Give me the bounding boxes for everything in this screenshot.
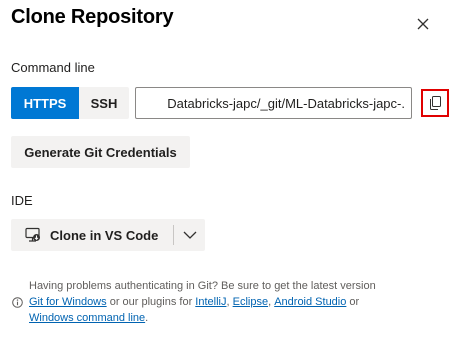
close-button[interactable] bbox=[410, 11, 436, 37]
close-icon bbox=[417, 18, 429, 30]
clone-options-dropdown[interactable] bbox=[174, 219, 205, 251]
clone-in-vs-code-split-button: Clone in VS Code bbox=[11, 219, 205, 251]
windows-command-line-link[interactable]: Windows command line bbox=[29, 312, 145, 324]
vs-code-icon bbox=[25, 227, 41, 243]
ssh-button[interactable]: SSH bbox=[79, 87, 129, 119]
command-line-label: Command line bbox=[11, 60, 95, 75]
https-button[interactable]: HTTPS bbox=[11, 87, 79, 119]
git-for-windows-link[interactable]: Git for Windows bbox=[29, 294, 107, 310]
chevron-down-icon bbox=[183, 231, 196, 239]
help-period: . bbox=[145, 312, 149, 324]
help-line-1: Having problems authenticating in Git? B… bbox=[29, 280, 376, 292]
copy-icon bbox=[430, 96, 441, 110]
help-or-plugins-text: or our plugins for bbox=[106, 296, 196, 308]
intellij-link[interactable]: IntelliJ bbox=[195, 294, 226, 310]
clone-url-field[interactable] bbox=[135, 87, 412, 119]
ide-label: IDE bbox=[11, 193, 33, 208]
auth-help-text: Having problems authenticating in Git? B… bbox=[11, 278, 376, 326]
android-studio-link[interactable]: Android Studio bbox=[274, 294, 346, 310]
clone-in-vs-code-button[interactable]: Clone in VS Code bbox=[11, 219, 171, 251]
clone-in-vs-code-label: Clone in VS Code bbox=[50, 227, 159, 243]
copy-url-button[interactable] bbox=[421, 89, 449, 117]
eclipse-link[interactable]: Eclipse bbox=[233, 294, 268, 310]
help-or-text: or bbox=[346, 296, 360, 308]
info-icon bbox=[11, 296, 23, 308]
generate-git-credentials-button[interactable]: Generate Git Credentials bbox=[11, 136, 190, 168]
page-title: Clone Repository bbox=[11, 6, 174, 28]
